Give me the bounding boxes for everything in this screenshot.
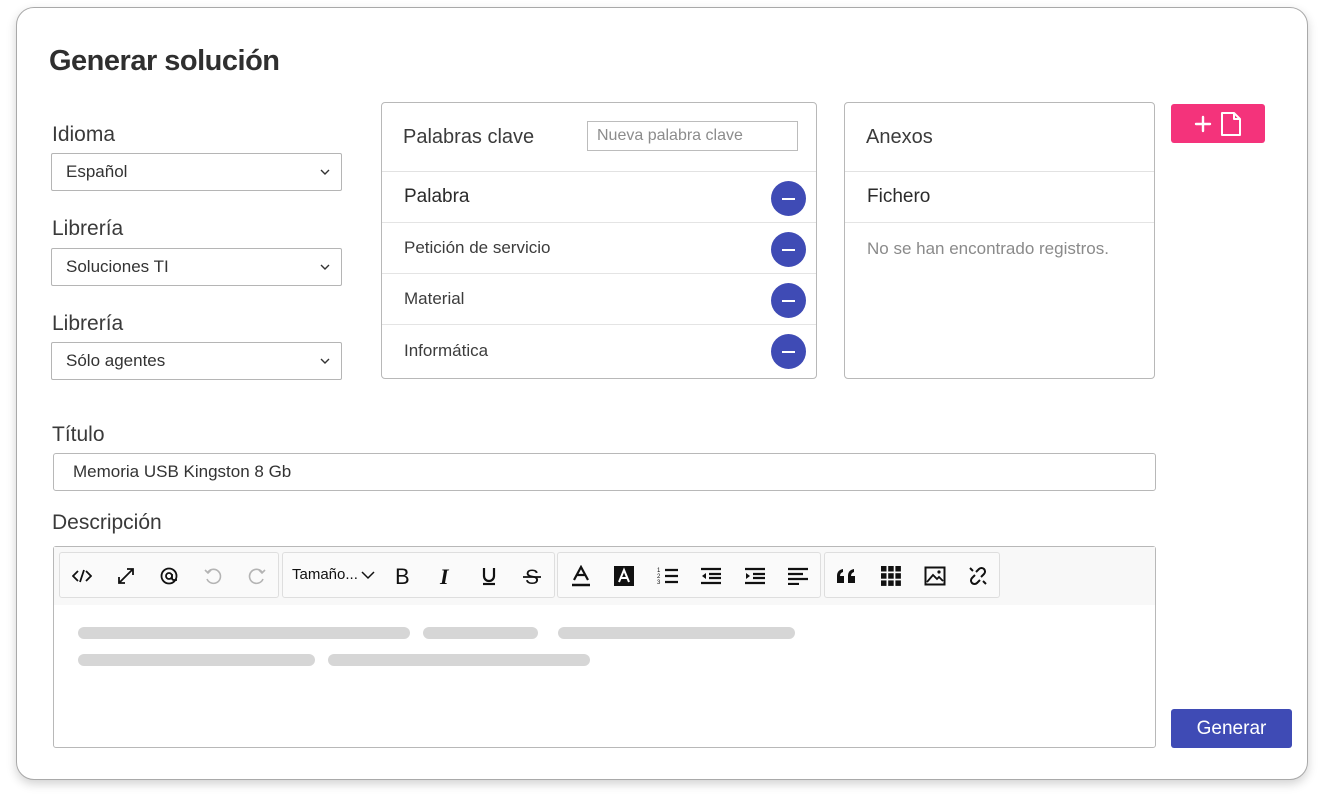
keyword-row: Material [382, 274, 816, 325]
mention-icon[interactable] [153, 560, 185, 592]
libreria-label: Librería [52, 217, 124, 240]
svg-text:B: B [395, 565, 410, 587]
page-title: Generar solución [49, 45, 280, 77]
keyword-label: Material [404, 289, 465, 308]
table-icon[interactable] [875, 560, 907, 592]
attachments-title: Anexos [866, 126, 933, 148]
minus-icon [782, 299, 795, 302]
keyword-label: Petición de servicio [404, 238, 551, 257]
keywords-panel: Palabras clave Palabra Petición de servi… [381, 102, 817, 379]
placeholder-line [78, 627, 410, 639]
keyword-row: Petición de servicio [382, 223, 816, 274]
descripcion-label: Descripción [52, 511, 162, 534]
font-size-label: Tamaño... [292, 566, 358, 583]
remove-all-keywords-button[interactable] [771, 181, 806, 216]
titulo-input[interactable] [53, 453, 1156, 491]
redo-icon[interactable] [241, 560, 273, 592]
attachments-header-row: Fichero [845, 172, 1154, 223]
undo-icon[interactable] [197, 560, 229, 592]
chevron-down-icon [361, 570, 375, 579]
fullscreen-icon[interactable] [110, 560, 142, 592]
placeholder-line [558, 627, 795, 639]
plus-icon [1194, 115, 1212, 132]
bold-icon[interactable]: B [386, 560, 418, 592]
minus-icon [782, 197, 795, 200]
attachments-column-header: Fichero [867, 186, 931, 207]
align-left-icon[interactable] [782, 560, 814, 592]
strikethrough-icon[interactable]: S [516, 560, 548, 592]
attachments-panel-header: Anexos [845, 103, 1154, 172]
svg-text:3: 3 [657, 580, 661, 586]
svg-text:I: I [439, 565, 450, 587]
keywords-column-header: Palabra [404, 186, 470, 207]
new-keyword-input[interactable] [587, 121, 798, 151]
keywords-panel-header: Palabras clave [382, 103, 816, 172]
chevron-down-icon [320, 264, 330, 270]
font-size-select[interactable]: Tamaño... [292, 566, 375, 583]
keyword-label: Informática [404, 340, 489, 360]
remove-keyword-button[interactable] [771, 283, 806, 318]
image-icon[interactable] [919, 560, 951, 592]
toolbar-group-format: 123 [557, 552, 821, 598]
add-file-button[interactable] [1171, 104, 1265, 143]
attachments-panel: Anexos Fichero No se han encontrado regi… [844, 102, 1155, 379]
placeholder-line [423, 627, 538, 639]
unlink-icon[interactable] [962, 560, 994, 592]
ordered-list-icon[interactable]: 123 [652, 560, 684, 592]
indent-icon[interactable] [739, 560, 771, 592]
libreria-select-value: Soluciones TI [66, 257, 169, 276]
code-view-icon[interactable] [66, 560, 98, 592]
keyword-row: Informática [382, 325, 816, 376]
keywords-title: Palabras clave [403, 126, 535, 148]
empty-message: No se han encontrado registros. [867, 239, 1109, 258]
underline-icon[interactable] [473, 560, 505, 592]
idioma-label: Idioma [52, 123, 116, 146]
remove-keyword-button[interactable] [771, 334, 806, 369]
libreria-label-2: Librería [52, 312, 124, 335]
minus-icon [782, 350, 795, 353]
keywords-header-row: Palabra [382, 172, 816, 223]
italic-icon[interactable]: I [430, 560, 462, 592]
libreria-select-2-value: Sólo agentes [66, 351, 166, 370]
file-icon [1221, 111, 1241, 136]
libreria-select-2[interactable]: Sólo agentes [51, 342, 342, 380]
toolbar-group-text: Tamaño... B I S [282, 552, 555, 598]
editor-toolbar: Tamaño... B I S 123 [54, 547, 1155, 605]
idioma-select-value: Español [66, 162, 128, 181]
chevron-down-icon [320, 358, 330, 364]
blockquote-icon[interactable] [831, 560, 863, 592]
description-editor[interactable]: Tamaño... B I S 123 [53, 546, 1156, 748]
idioma-select[interactable]: Español [51, 153, 342, 191]
font-color-icon[interactable] [565, 560, 597, 592]
chevron-down-icon [320, 169, 330, 175]
outdent-icon[interactable] [695, 560, 727, 592]
placeholder-line [328, 654, 590, 666]
toolbar-group-misc [59, 552, 279, 598]
minus-icon [782, 248, 795, 251]
libreria-select[interactable]: Soluciones TI [51, 248, 342, 286]
generate-button[interactable]: Generar [1171, 709, 1292, 748]
highlight-color-icon[interactable] [608, 560, 640, 592]
placeholder-line [78, 654, 315, 666]
toolbar-group-insert [824, 552, 1000, 598]
remove-keyword-button[interactable] [771, 232, 806, 267]
titulo-label: Título [52, 423, 105, 446]
